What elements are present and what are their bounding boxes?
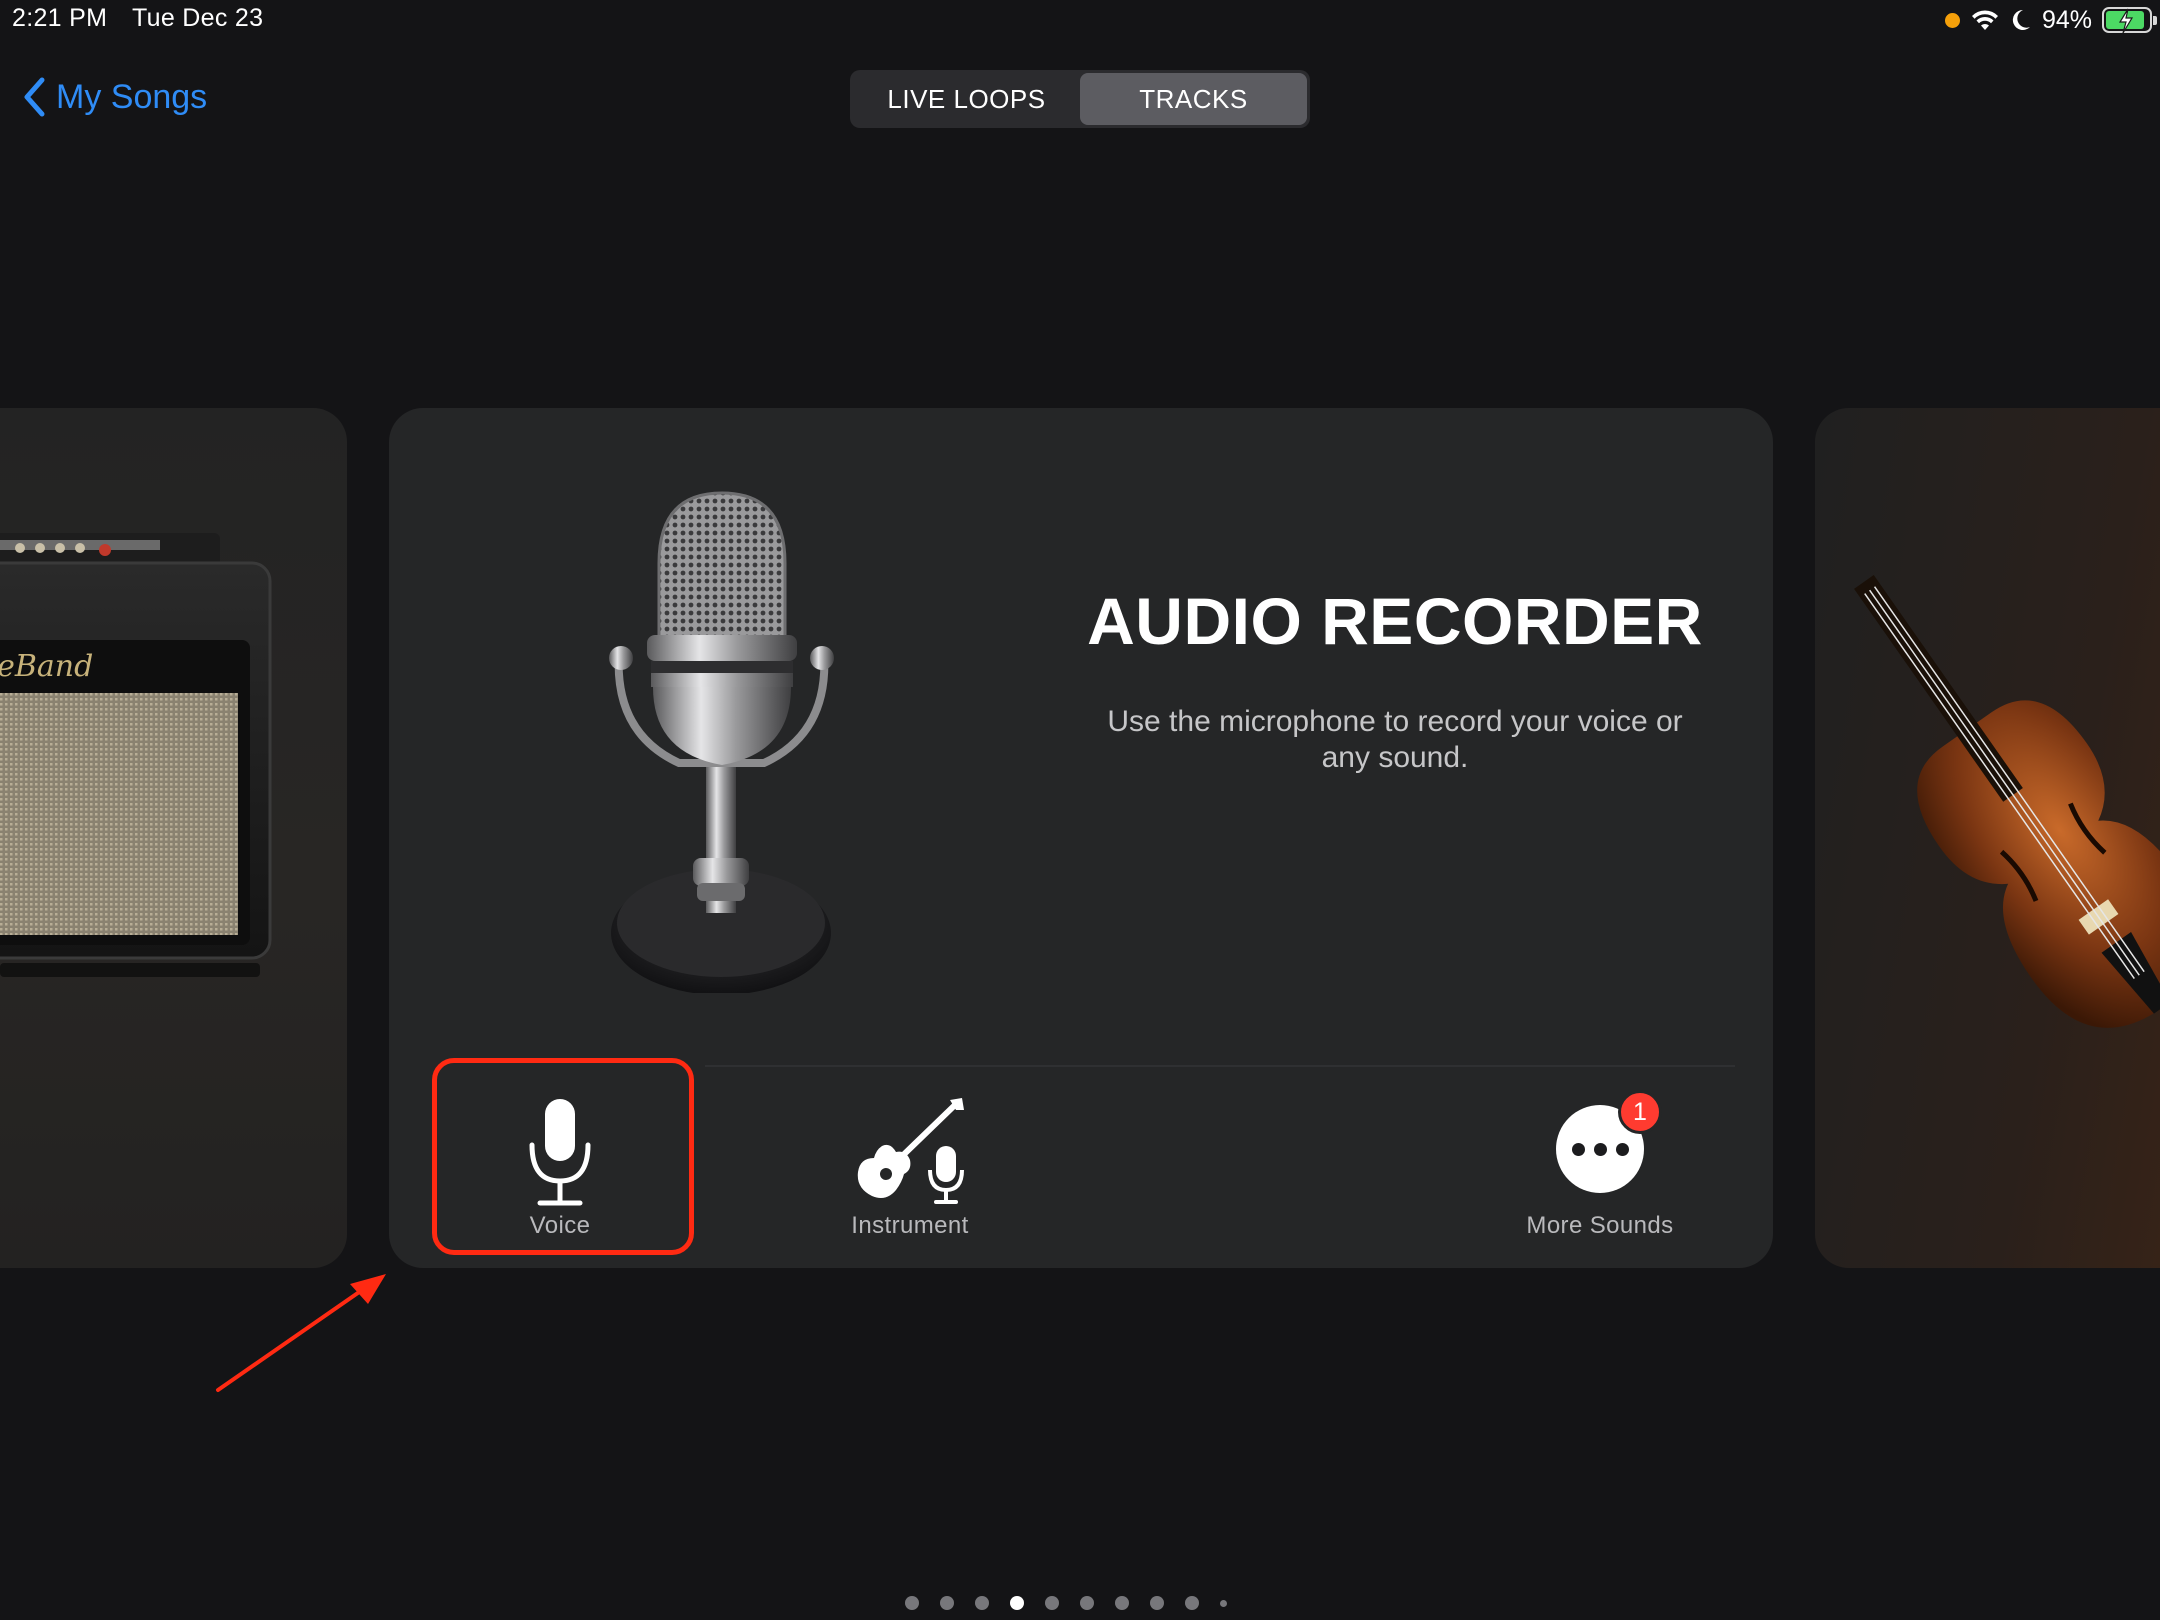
guitar-mic-icon <box>857 1098 964 1204</box>
notification-badge: 1 <box>1618 1090 1662 1134</box>
amp-card[interactable]: ageBand <box>0 408 347 1268</box>
status-bar: 2:21 PM Tue Dec 23 94% <box>0 0 2160 40</box>
tab-live-loops[interactable]: LIVE LOOPS <box>853 73 1080 125</box>
card-description: Use the microphone to record your voice … <box>1107 705 1683 774</box>
microphone-illustration <box>609 491 834 993</box>
card-title: AUDIO RECORDER <box>1087 584 1703 658</box>
voice-label: Voice <box>529 1212 591 1239</box>
page-dot-current[interactable] <box>1010 1596 1024 1610</box>
status-time-date: 2:21 PM Tue Dec 23 <box>12 4 281 33</box>
instrument-option[interactable]: Instrument <box>790 1060 1030 1250</box>
focus-moon-icon <box>2012 9 2030 30</box>
back-button-label: My Songs <box>56 77 208 116</box>
page-dot[interactable] <box>1080 1596 1094 1610</box>
amp-instrument: ageBand <box>0 533 272 977</box>
back-button[interactable]: My Songs <box>22 72 207 122</box>
page-dot[interactable] <box>1220 1599 1227 1607</box>
voice-option[interactable]: Voice <box>440 1060 680 1250</box>
status-time: 2:21 PM <box>12 4 108 32</box>
battery-percent: 94% <box>2041 5 2092 34</box>
privacy-dot-icon <box>1944 12 1960 28</box>
page-dot[interactable] <box>1185 1596 1199 1610</box>
page-dot[interactable] <box>975 1596 989 1610</box>
more-sounds-option[interactable]: 1 More Sounds <box>1480 1060 1720 1250</box>
violin-instrument <box>1854 575 2160 1028</box>
microphone-icon <box>529 1099 591 1206</box>
page-indicator[interactable] <box>905 1596 1227 1610</box>
status-indicators: 94% <box>1944 4 2157 36</box>
more-sounds-label: More Sounds <box>1526 1212 1674 1239</box>
status-date: Tue Dec 23 <box>132 4 264 32</box>
page-dot[interactable] <box>905 1596 919 1610</box>
strings-card[interactable] <box>1815 408 2160 1268</box>
amp-logo: ageBand <box>0 649 93 684</box>
chevron-left-icon <box>24 77 45 117</box>
page-dot[interactable] <box>1150 1596 1164 1610</box>
battery-charging-icon <box>2102 7 2157 34</box>
wifi-icon <box>1971 10 1998 30</box>
tab-tracks[interactable]: TRACKS <box>1080 73 1307 125</box>
page-dot[interactable] <box>940 1596 954 1610</box>
page-dot[interactable] <box>1045 1596 1059 1610</box>
annotation-arrow <box>216 1274 386 1392</box>
page-dot[interactable] <box>1115 1596 1129 1610</box>
instrument-label: Instrument <box>851 1212 969 1239</box>
mode-segmented-control: LIVE LOOPS TRACKS <box>850 70 1310 128</box>
